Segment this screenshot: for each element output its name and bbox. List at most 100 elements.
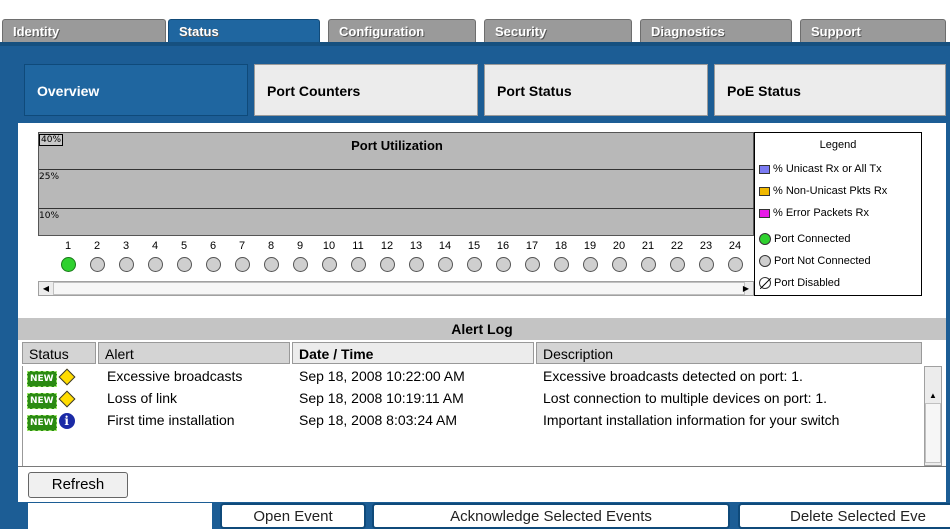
port-18[interactable]: 18: [551, 236, 571, 272]
port-13[interactable]: 13: [406, 236, 426, 272]
port-number: 8: [267, 240, 275, 252]
alert-datetime: Sep 18, 2008 10:22:00 AM: [299, 368, 465, 384]
port-not-connected-icon[interactable]: [89, 257, 105, 272]
port-not-connected-icon[interactable]: [263, 257, 279, 272]
vertical-scrollbar[interactable]: ▲: [924, 366, 942, 466]
port-number: 24: [728, 240, 742, 252]
port-2[interactable]: 2: [87, 236, 107, 272]
new-badge-icon: NEW: [27, 393, 57, 409]
port-not-connected-icon[interactable]: [524, 257, 540, 272]
scroll-thumb[interactable]: [53, 282, 745, 295]
open-event-button[interactable]: Open Event: [220, 503, 366, 529]
port-number: 11: [352, 240, 364, 252]
port-19[interactable]: 19: [580, 236, 600, 272]
port-3[interactable]: 3: [116, 236, 136, 272]
scroll-up-icon[interactable]: ▲: [925, 389, 941, 403]
port-not-connected-icon[interactable]: [292, 257, 308, 272]
port-10[interactable]: 10: [319, 236, 339, 272]
alert-description: Excessive broadcasts detected on port: 1…: [543, 368, 803, 384]
port-7[interactable]: 7: [232, 236, 252, 272]
port-not-connected-icon[interactable]: [669, 257, 685, 272]
port-12[interactable]: 12: [377, 236, 397, 272]
port-not-connected-icon[interactable]: [408, 257, 424, 272]
port-not-connected-icon[interactable]: [379, 257, 395, 272]
port-not-connected-icon[interactable]: [698, 257, 714, 272]
port-22[interactable]: 22: [667, 236, 687, 272]
alert-log-columns: Status Alert Date / Time Description: [22, 342, 922, 364]
scroll-left-icon[interactable]: ◀: [39, 282, 53, 295]
port-connected-icon[interactable]: [60, 257, 76, 272]
port-21[interactable]: 21: [638, 236, 658, 272]
top-tab-bar: Identity Status Configuration Security D…: [0, 0, 950, 47]
col-alert[interactable]: Alert: [98, 342, 290, 364]
port-15[interactable]: 15: [464, 236, 484, 272]
gridline: [39, 208, 755, 209]
port-number: 20: [612, 240, 626, 252]
acknowledge-events-button[interactable]: Acknowledge Selected Events: [372, 503, 730, 529]
button-bar-spacer: [28, 503, 212, 529]
port-not-connected-icon[interactable]: [147, 257, 163, 272]
port-not-connected-icon[interactable]: [611, 257, 627, 272]
port-number: 2: [93, 240, 101, 252]
legend-not-connected: Port Not Connected: [774, 255, 871, 267]
subtab-overview[interactable]: Overview: [24, 64, 248, 116]
port-not-connected-icon[interactable]: [466, 257, 482, 272]
port-17[interactable]: 17: [522, 236, 542, 272]
port-not-connected-icon[interactable]: [640, 257, 656, 272]
port-9[interactable]: 9: [290, 236, 310, 272]
port-6[interactable]: 6: [203, 236, 223, 272]
alert-row[interactable]: NEW i First time installation Sep 18, 2008 …: [23, 410, 923, 432]
port-16[interactable]: 16: [493, 236, 513, 272]
port-not-connected-icon[interactable]: [176, 257, 192, 272]
gridline: [39, 169, 755, 170]
subtab-port-status[interactable]: Port Status: [484, 64, 708, 116]
port-not-connected-icon[interactable]: [582, 257, 598, 272]
subtab-port-counters[interactable]: Port Counters: [254, 64, 478, 116]
col-status[interactable]: Status: [22, 342, 96, 364]
alert-description: Lost connection to multiple devices on p…: [543, 390, 828, 406]
legend-title: Legend: [819, 139, 857, 151]
delete-events-button[interactable]: Delete Selected Eve: [738, 503, 950, 529]
col-description[interactable]: Description: [536, 342, 922, 364]
nonunicast-swatch-icon: [759, 186, 770, 196]
alert-row[interactable]: NEW Excessive broadcasts Sep 18, 2008 10:2…: [23, 366, 923, 388]
port-indicator-row: 1 2 3 4 5 6 7 8 9 10 11 12 13 14 15 16 17 18 19 20 21 22 23 24: [38, 236, 754, 282]
port-20[interactable]: 20: [609, 236, 629, 272]
port-not-connected-icon[interactable]: [727, 257, 743, 272]
port-not-connected-icon[interactable]: [234, 257, 250, 272]
port-23[interactable]: 23: [696, 236, 716, 272]
error-swatch-icon: [759, 208, 770, 218]
port-11[interactable]: 11: [348, 236, 368, 272]
warning-icon: [58, 368, 76, 386]
port-14[interactable]: 14: [435, 236, 455, 272]
port-number: 23: [699, 240, 713, 252]
port-number: 17: [525, 240, 539, 252]
port-not-connected-icon[interactable]: [350, 257, 366, 272]
col-datetime[interactable]: Date / Time: [292, 342, 534, 364]
port-5[interactable]: 5: [174, 236, 194, 272]
alert-row[interactable]: NEW Loss of link Sep 18, 2008 10:19:11 AM L…: [23, 388, 923, 410]
port-4[interactable]: 4: [145, 236, 165, 272]
warning-icon: [58, 390, 76, 408]
scroll-right-icon[interactable]: ▶: [739, 282, 753, 295]
port-number: 3: [122, 240, 130, 252]
port-24[interactable]: 24: [725, 236, 745, 272]
port-not-connected-icon[interactable]: [495, 257, 511, 272]
port-not-connected-icon[interactable]: [118, 257, 134, 272]
divider: [18, 466, 946, 467]
port-not-connected-icon[interactable]: [321, 257, 337, 272]
horizontal-scrollbar[interactable]: ◀ ▶: [38, 281, 754, 296]
unicast-swatch-icon: [759, 164, 770, 174]
refresh-button[interactable]: Refresh: [28, 472, 128, 498]
info-icon: i: [58, 413, 75, 430]
port-1[interactable]: 1: [58, 236, 78, 272]
port-not-connected-icon[interactable]: [205, 257, 221, 272]
subtab-poe-status[interactable]: PoE Status: [714, 64, 946, 116]
port-not-connected-icon[interactable]: [437, 257, 453, 272]
vertical-scroll-thumb[interactable]: [925, 403, 941, 463]
alert-status-icons: NEW: [27, 390, 76, 409]
port-8[interactable]: 8: [261, 236, 281, 272]
port-not-connected-icon[interactable]: [553, 257, 569, 272]
port-utilization-graph: Port Utilization 40% 25% 10%: [38, 132, 755, 236]
port-number: 7: [238, 240, 246, 252]
